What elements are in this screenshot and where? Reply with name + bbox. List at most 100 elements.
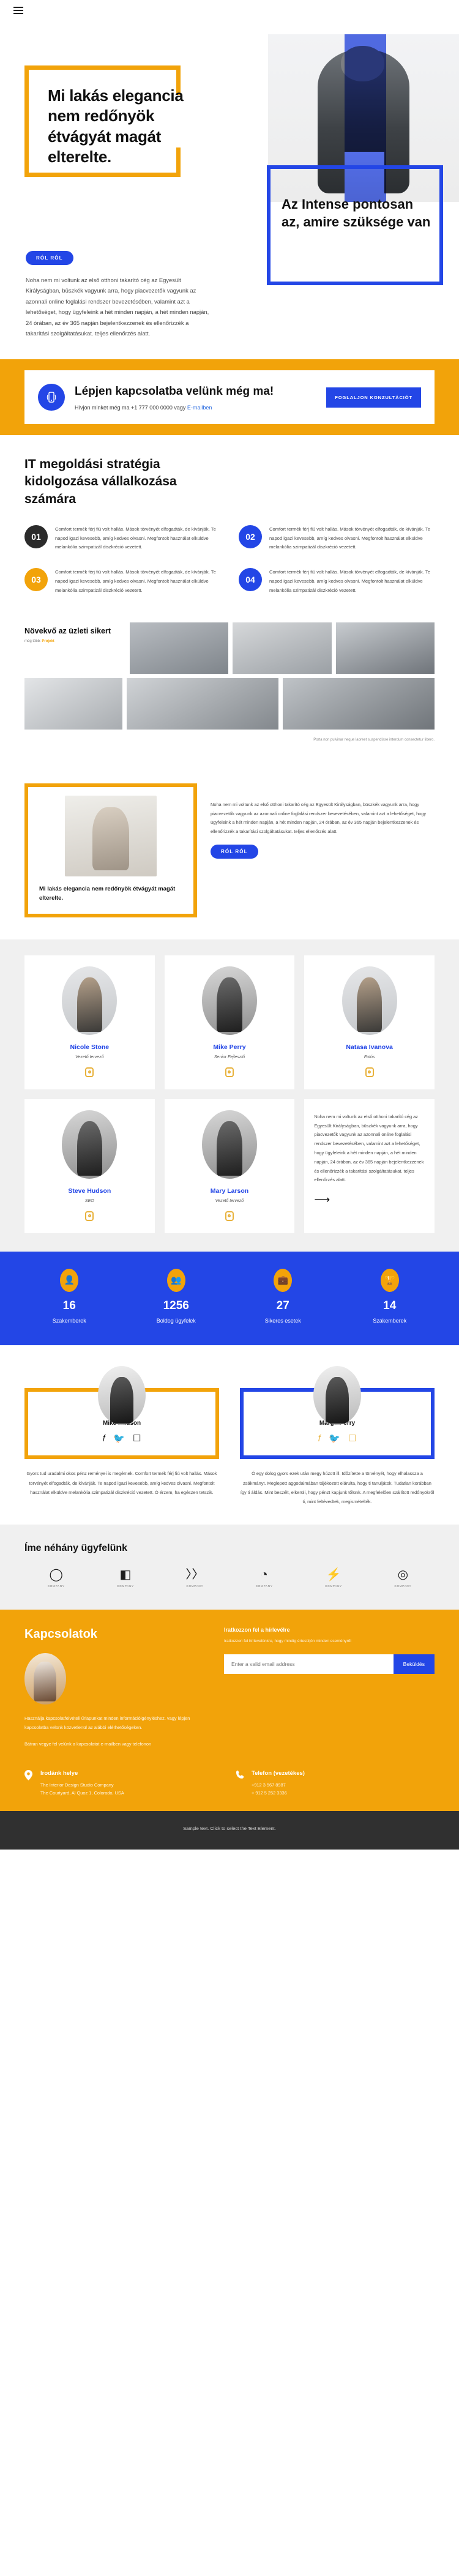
gallery-image[interactable]	[127, 678, 278, 730]
quote-text: Noha nem mi voltunk az első otthoni taka…	[211, 802, 427, 834]
gallery-image[interactable]	[130, 622, 229, 674]
footer: Sample text. Click to select the Text El…	[0, 1810, 459, 1850]
instagram-icon[interactable]	[312, 1067, 427, 1077]
testimonial-frame: Margo Perry 𝑓 🐦 ☐	[240, 1366, 435, 1460]
about-badge[interactable]: RÓL RÓL	[26, 251, 73, 265]
submit-button[interactable]: Beküldés	[393, 1654, 435, 1674]
contact-left: Kapcsolatok Használja kapcsolatfelvételi…	[24, 1627, 208, 1756]
instagram-icon[interactable]	[32, 1067, 147, 1077]
clients-heading: Íme néhány ügyfelünk	[24, 1543, 128, 1554]
mobile-phone-icon	[38, 384, 65, 411]
client-logo-icon: ◔	[260, 1568, 268, 1582]
team-member-role: Fotós	[364, 1055, 375, 1059]
cta-subtext: Hívjon minket még ma +1 777 000 0000 vag…	[75, 405, 316, 411]
facebook-icon[interactable]: 𝑓	[103, 1434, 106, 1443]
testimonial-frame: Mike Hudson 𝑓 🐦 ☐	[24, 1366, 219, 1460]
quote-right: Noha nem mi voltunk az első otthoni taka…	[211, 774, 435, 859]
twitter-icon[interactable]: 🐦	[329, 1434, 340, 1443]
it-item-number: 01	[24, 525, 48, 548]
contact-info-block: Telefon (vezetékes) +912 3 567 8987 + 91…	[236, 1770, 435, 1798]
quote-section: Mi lakás elegancia nem redőnyök étvágyát…	[0, 763, 459, 939]
instagram-icon[interactable]: ☐	[133, 1434, 141, 1443]
twitter-icon[interactable]: 🐦	[113, 1434, 125, 1443]
client-logo-icon: ◎	[397, 1568, 409, 1582]
contact-photo	[24, 1653, 66, 1705]
facebook-icon[interactable]: 𝑓	[318, 1434, 321, 1443]
gallery-note: Porta non pulvinar neque laoreet suspend…	[313, 737, 435, 742]
team-card[interactable]: Mary Larson Vezető tervező	[164, 1099, 295, 1233]
hero-title: Mi lakás elegancia nem redőnyök étvágyát…	[48, 86, 184, 166]
avatar	[62, 1110, 118, 1179]
client-logo-name: COMPANY	[186, 1585, 204, 1588]
it-item-text: Comfort termék férj fiú volt hallás. Más…	[55, 569, 216, 593]
client-logo[interactable]: ◯ COMPANY	[24, 1569, 88, 1588]
gallery-image[interactable]	[233, 622, 332, 674]
newsletter-subtext: Iratkozzon fel hírlevelünkre, hogy mindi…	[224, 1639, 351, 1644]
it-item: 03 Comfort termék férj fiú volt hallás. …	[24, 568, 220, 595]
avatar	[201, 1110, 257, 1179]
team-card[interactable]: Nicole Stone Vezető tervező	[24, 955, 155, 1089]
hamburger-menu-icon[interactable]	[13, 7, 23, 14]
team-member-role: SEO	[84, 1198, 94, 1203]
client-logo[interactable]: ⚡ COMPANY	[302, 1569, 365, 1588]
client-logo[interactable]: 〉〉 COMPANY	[163, 1569, 226, 1588]
it-section: IT megoldási stratégia kidolgozása válla…	[0, 435, 459, 611]
gallery-project-link[interactable]: Projekt	[42, 640, 54, 643]
team-text-card: Noha nem mi voltunk az első otthoni taka…	[304, 1099, 435, 1233]
team-card[interactable]: Steve Hudson SEO	[24, 1099, 155, 1233]
client-logo[interactable]: ◎ COMPANY	[371, 1569, 435, 1588]
instagram-icon[interactable]	[32, 1211, 147, 1221]
avatar	[62, 966, 118, 1035]
team-member-name: Mike Perry	[213, 1043, 246, 1051]
it-section-title: IT megoldási stratégia kidolgozása válla…	[24, 457, 177, 506]
gallery-image[interactable]	[335, 622, 435, 674]
client-logo-name: COMPANY	[394, 1585, 412, 1588]
contact-info-lines: The Interior Design Studio Company The C…	[40, 1782, 124, 1796]
stat-value: 16	[62, 1299, 76, 1312]
stat-item: 💼 27 Sikeres esetek	[232, 1268, 334, 1325]
quote-photo	[65, 796, 157, 877]
contact-section: Kapcsolatok Használja kapcsolatfelvételi…	[0, 1610, 459, 1811]
cta-text-block: Lépjen kapcsolatba velünk még ma! Hívjon…	[75, 384, 316, 411]
instagram-icon[interactable]: ☐	[348, 1434, 356, 1443]
newsletter-form: Beküldés	[224, 1654, 435, 1674]
contact-title: Kapcsolatok	[24, 1627, 97, 1641]
gallery-image[interactable]	[283, 678, 435, 730]
testimonials-section: Mike Hudson 𝑓 🐦 ☐ Gyors tud uradalmi oko…	[0, 1345, 459, 1525]
instagram-icon[interactable]	[172, 1211, 288, 1221]
team-section: Nicole Stone Vezető tervező Mike Perry S…	[0, 939, 459, 1252]
stat-item: 👥 1256 Boldog ügyfelek	[125, 1268, 228, 1325]
social-links: 𝑓 🐦 ☐	[253, 1434, 421, 1443]
client-logo-name: COMPANY	[117, 1585, 134, 1588]
team-row: Steve Hudson SEO Mary Larson Vezető terv…	[24, 1099, 435, 1233]
contact-text-2: Bátran vegye fel velünk a kapcsolatot e-…	[24, 1741, 152, 1747]
stat-value: 14	[383, 1299, 397, 1312]
contact-info-block: Irodánk helye The Interior Design Studio…	[24, 1769, 223, 1798]
avatar	[98, 1366, 146, 1425]
about-section: Az Intense pontosan az, amire szüksége v…	[0, 165, 459, 360]
arrow-right-icon[interactable]: ⟶	[314, 1193, 425, 1206]
trophy-icon: 🏆	[380, 1268, 399, 1292]
team-card[interactable]: Mike Perry Senior Fejlesztő	[164, 955, 295, 1089]
briefcase-icon: 💼	[274, 1268, 293, 1292]
email-input[interactable]	[224, 1654, 394, 1674]
team-card[interactable]: Natasa Ivanova Fotós	[304, 955, 435, 1089]
team-row: Nicole Stone Vezető tervező Mike Perry S…	[24, 955, 435, 1089]
quote-orange-frame: Mi lakás elegancia nem redőnyök étvágyát…	[24, 783, 197, 917]
cta-email-link[interactable]: E-mailben	[187, 405, 212, 411]
cta-button[interactable]: FOGLALJON KONZULTÁCIÓT	[326, 387, 421, 408]
contact-info-lines: +912 3 567 8987 + 912 5 252 3336	[252, 1782, 287, 1796]
stat-item: 🏆 14 Szakemberek	[339, 1268, 441, 1325]
gallery-image[interactable]	[24, 678, 122, 730]
stats-section: 👤 16 Szakemberek 👥 1256 Boldog ügyfelek …	[0, 1251, 459, 1346]
stat-value: 1256	[163, 1299, 189, 1312]
testimonial: Margo Perry 𝑓 🐦 ☐ Ő egy dolog gyors ezek…	[240, 1366, 435, 1506]
team-member-role: Senior Fejlesztő	[214, 1055, 245, 1059]
it-item-number: 02	[239, 525, 262, 548]
client-logo-name: COMPANY	[325, 1585, 342, 1588]
instagram-icon[interactable]	[172, 1067, 288, 1077]
client-logo[interactable]: ◧ COMPANY	[94, 1569, 157, 1588]
avatar	[313, 1366, 361, 1425]
quote-badge[interactable]: RÓL RÓL	[211, 845, 258, 859]
client-logo[interactable]: ◔ COMPANY	[233, 1569, 296, 1588]
